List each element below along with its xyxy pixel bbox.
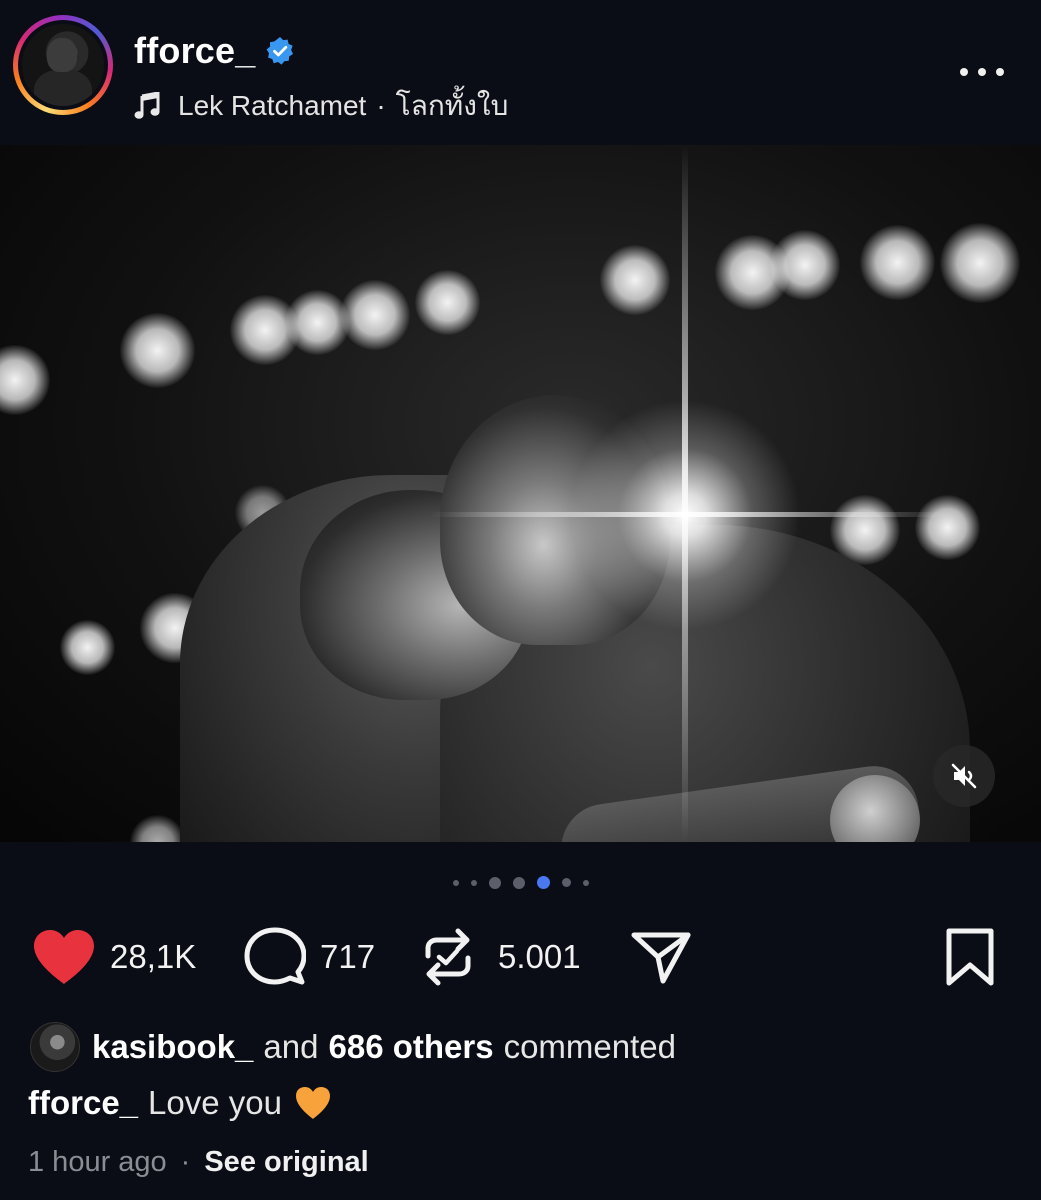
commenter-username[interactable]: kasibook_: [92, 1028, 253, 1066]
comment-button[interactable]: 717: [244, 925, 375, 989]
carousel-dot-active: [536, 876, 550, 889]
profile-avatar[interactable]: [13, 15, 113, 115]
caption: fforce_ Love you: [28, 1084, 332, 1122]
send-icon: [631, 932, 691, 984]
dot-icon: [996, 68, 1004, 76]
comments-summary[interactable]: kasibook_ and 686 others commented: [30, 1022, 676, 1072]
see-original-link[interactable]: See original: [204, 1146, 368, 1179]
others-count[interactable]: 686 others: [328, 1028, 493, 1066]
dot-icon: [978, 68, 986, 76]
post-view: fforce_ Lek Ratchamet · โลกทั้งใบ 28,1K …: [0, 0, 1041, 1200]
caption-username[interactable]: fforce_: [28, 1084, 138, 1122]
repost-button[interactable]: 5.001: [420, 925, 581, 989]
mute-toggle-button[interactable]: [933, 745, 995, 807]
bookmark-icon: [946, 928, 994, 986]
music-artist: Lek Ratchamet: [178, 90, 367, 121]
caption-text: Love you: [148, 1084, 282, 1121]
carousel-dot: [488, 876, 501, 889]
carousel-indicator: [0, 876, 1041, 889]
carousel-dot: [452, 879, 459, 886]
repost-count: 5.001: [498, 938, 581, 975]
comment-bubble-icon: [244, 927, 306, 985]
meta-separator: ·: [180, 1146, 191, 1178]
post-header: fforce_ Lek Ratchamet · โลกทั้งใบ: [0, 0, 1041, 145]
username-row: fforce_: [134, 30, 295, 72]
commented-text: commented: [503, 1028, 676, 1065]
more-options-button[interactable]: [960, 62, 1004, 82]
heart-filled-icon: [34, 930, 94, 984]
verified-badge-icon: [267, 37, 294, 65]
music-note-icon: [134, 92, 160, 119]
comment-count: 717: [320, 938, 376, 975]
music-info[interactable]: Lek Ratchamet · โลกทั้งใบ: [134, 84, 508, 128]
avatar-photo: [22, 24, 104, 106]
post-media[interactable]: [0, 145, 1041, 842]
carousel-dot: [582, 879, 589, 886]
action-bar: 28,1K 717 5.001: [0, 925, 1041, 989]
carousel-dot: [561, 878, 571, 887]
music-separator: ·: [376, 90, 386, 121]
commenter-avatar: [30, 1022, 80, 1072]
music-track: โลกทั้งใบ: [395, 90, 509, 121]
speaker-muted-icon: [951, 763, 977, 789]
like-count: 28,1K: [110, 938, 197, 975]
orange-heart-icon: [295, 1087, 330, 1119]
timestamp: 1 hour ago: [28, 1146, 167, 1178]
repost-icon: [425, 928, 471, 986]
username[interactable]: fforce_: [134, 30, 255, 72]
share-button[interactable]: [630, 925, 692, 989]
dot-icon: [960, 68, 968, 76]
like-button[interactable]: 28,1K: [32, 925, 196, 989]
save-button[interactable]: [944, 925, 996, 989]
and-text: and: [263, 1028, 319, 1065]
carousel-dot: [470, 879, 477, 886]
carousel-dot: [512, 876, 525, 889]
post-meta: 1 hour ago · See original: [28, 1146, 369, 1179]
